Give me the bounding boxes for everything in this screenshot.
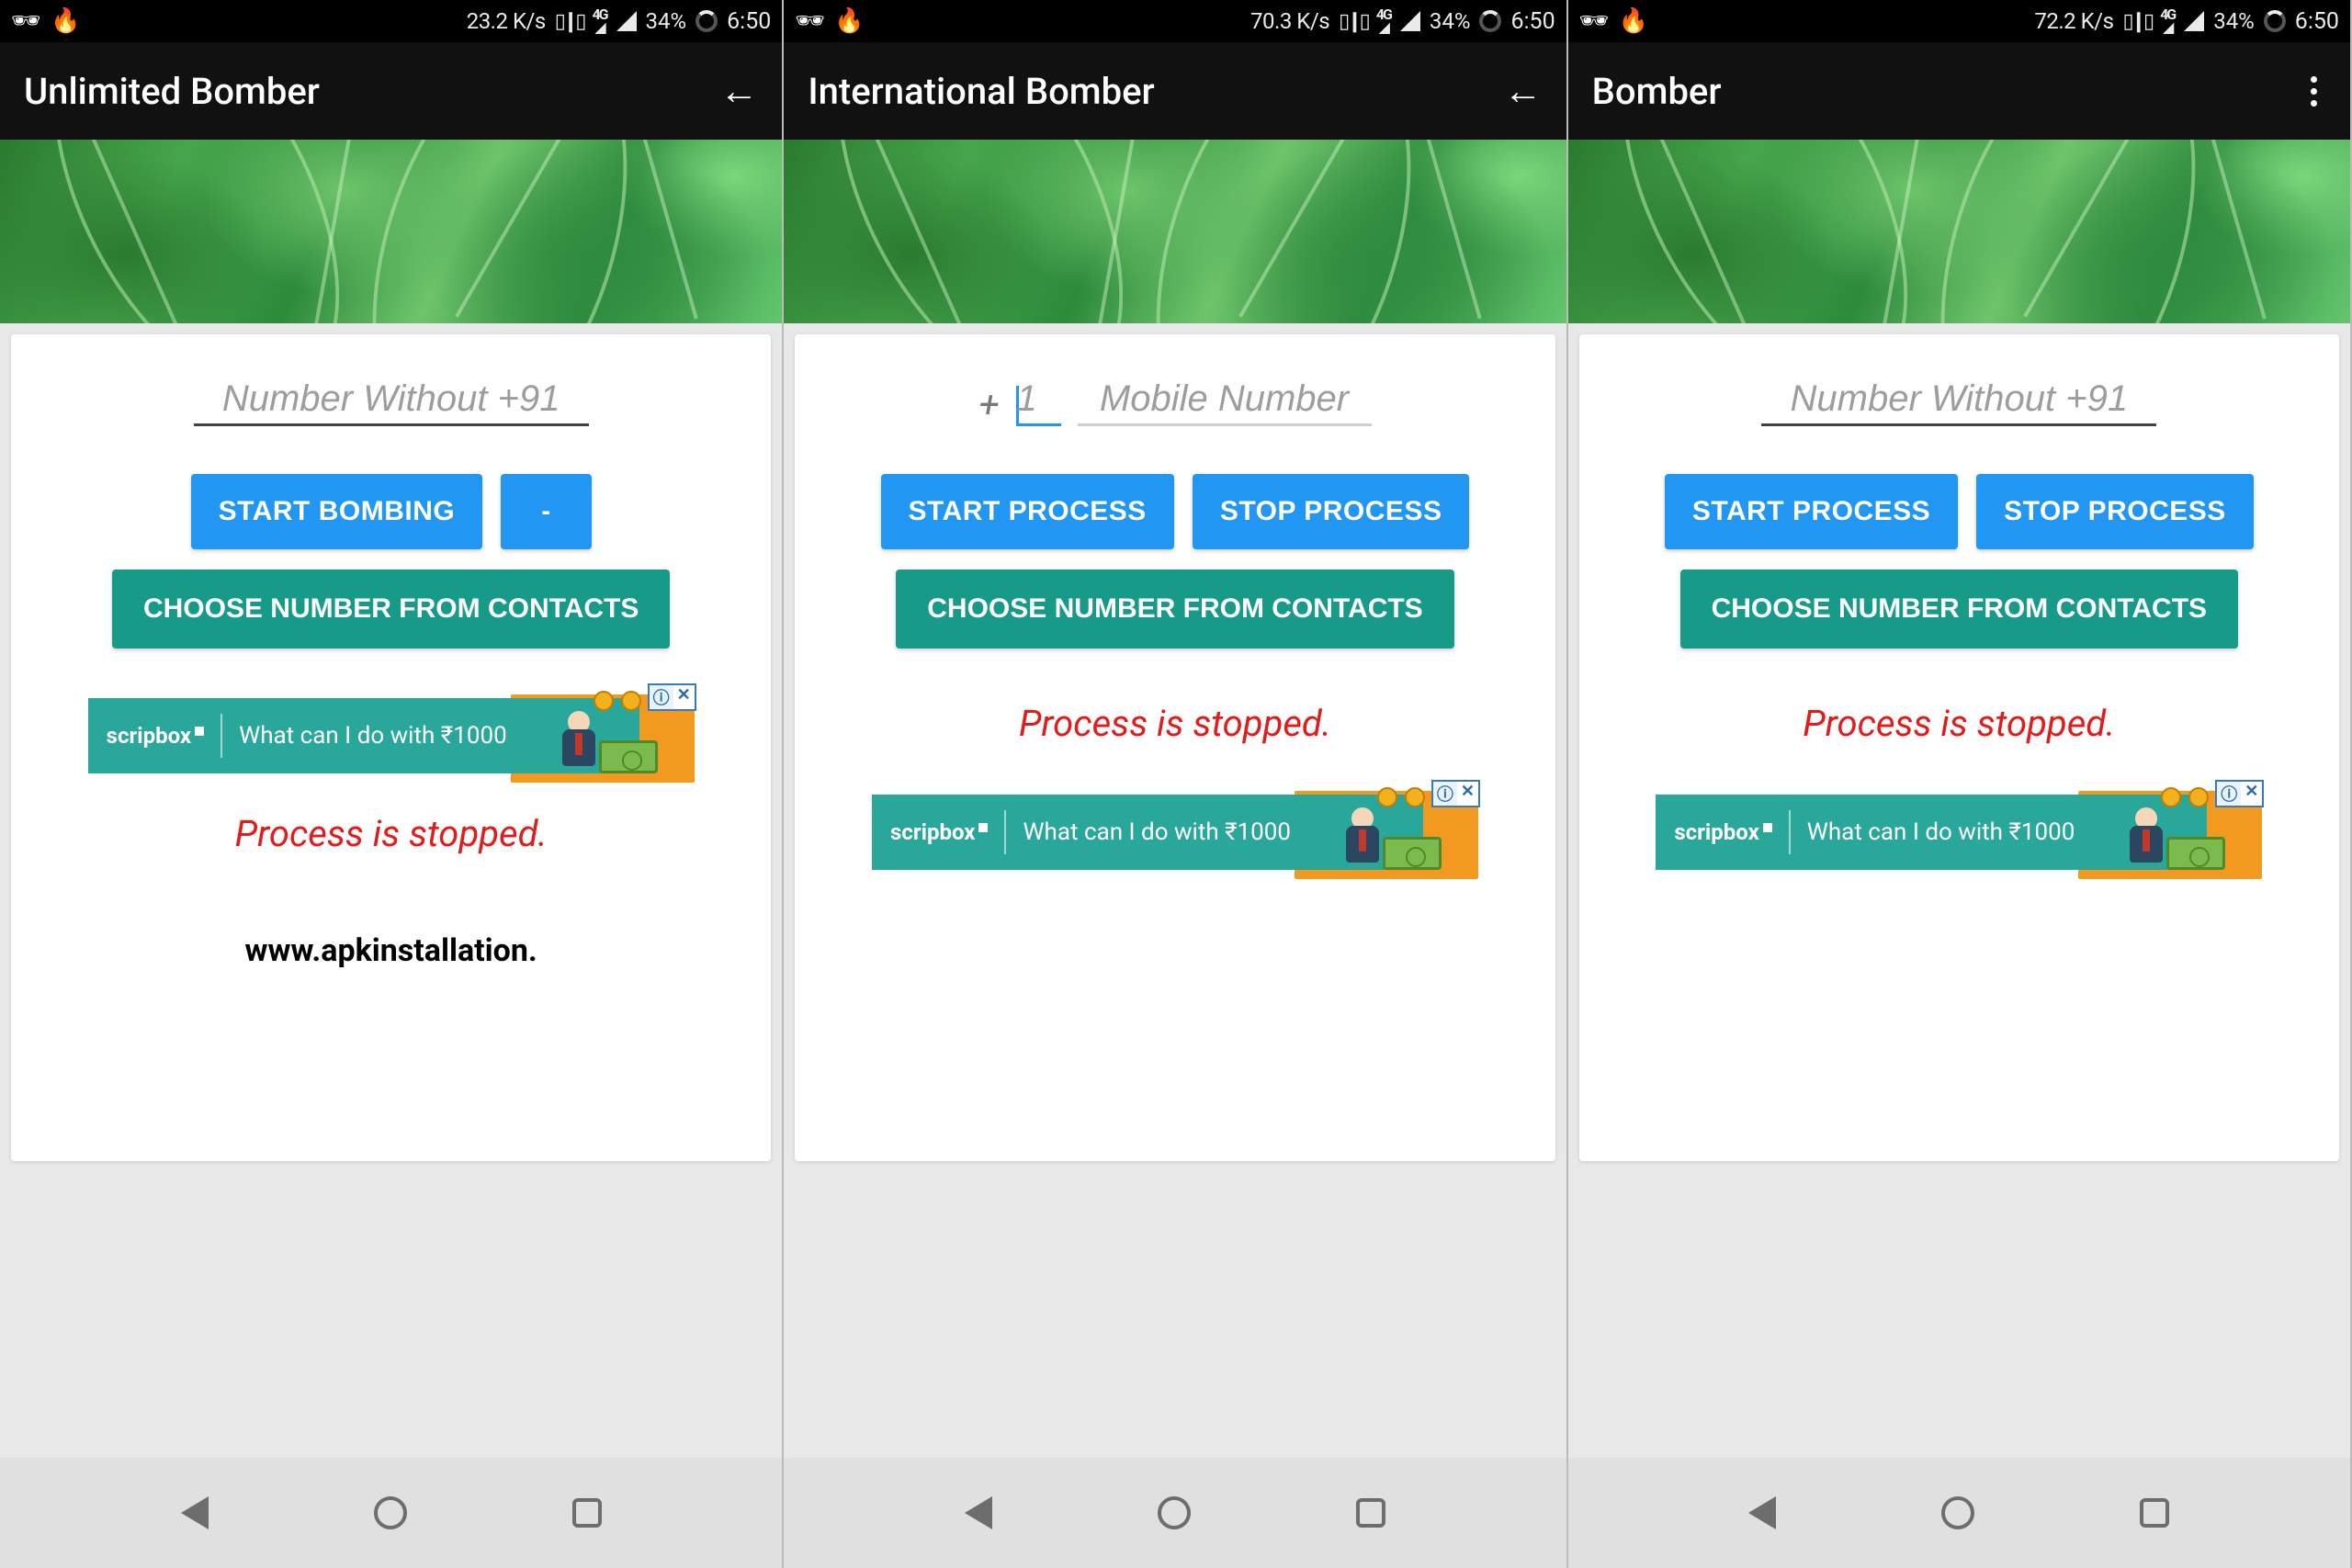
vibrate-icon: ▯❙▯ (555, 10, 583, 33)
app-icon: 🔥 (51, 7, 80, 35)
ad-text: What can I do with ₹1000 (1807, 818, 2075, 846)
status-bar: 🕶 🔥 70.3 K/s ▯❙▯ 4G◢ 34% 6:50 (784, 0, 1566, 42)
stop-button[interactable]: STOP PROCESS (1976, 474, 2254, 549)
battery-text: 34% (2213, 8, 2255, 34)
signal-icon (2184, 11, 2204, 31)
nav-back-icon[interactable] (181, 1496, 209, 1529)
menu-icon[interactable] (2301, 71, 2326, 112)
ad-logo: scripbox (890, 819, 988, 845)
app-icon: 🔥 (834, 7, 864, 35)
ad-choices[interactable]: ⓘ✕ (1431, 780, 1480, 807)
hero-image (784, 140, 1566, 323)
nav-back-icon[interactable] (1748, 1496, 1776, 1529)
status-bar: 🕶 🔥 23.2 K/s ▯❙▯ 4G◢ 34% 6:50 (0, 0, 782, 42)
signal-icon (616, 11, 637, 31)
minus-button[interactable]: - (501, 474, 592, 549)
ad-choices[interactable]: ⓘ✕ (648, 683, 696, 711)
incognito-icon: 🕶 (795, 7, 825, 35)
phone-input[interactable] (194, 378, 589, 426)
start-button[interactable]: START PROCESS (881, 474, 1174, 549)
status-text: Process is stopped. (1803, 702, 2115, 745)
ad-logo: scripbox (107, 723, 204, 749)
app-title: Bomber (1592, 70, 1722, 113)
stop-button[interactable]: STOP PROCESS (1193, 474, 1470, 549)
clock: 6:50 (1510, 8, 1555, 35)
app-bar: International Bomber ← (784, 42, 1566, 140)
clock: 6:50 (727, 8, 771, 35)
app-title: International Bomber (808, 70, 1154, 113)
nav-recent-icon[interactable] (2140, 1498, 2169, 1528)
clock: 6:50 (2295, 8, 2339, 35)
ad-logo: scripbox (1674, 819, 1771, 845)
incognito-icon: 🕶 (11, 7, 41, 35)
nav-recent-icon[interactable] (1356, 1498, 1385, 1528)
ad-banner[interactable]: scripbox What can I do with ₹1000 ⓘ✕ (872, 784, 1478, 879)
nav-bar (784, 1458, 1566, 1568)
network-type: 4G◢ (1376, 8, 1391, 35)
phone-input[interactable] (1761, 378, 2156, 426)
phone-input[interactable] (1078, 378, 1372, 426)
choose-contacts-button[interactable]: CHOOSE NUMBER FROM CONTACTS (896, 570, 1453, 649)
hero-image (0, 140, 782, 323)
vibrate-icon: ▯❙▯ (1339, 10, 1367, 33)
ad-banner[interactable]: scripbox What can I do with ₹1000 ⓘ✕ (1656, 784, 2262, 879)
nav-home-icon[interactable] (374, 1496, 407, 1529)
ad-text: What can I do with ₹1000 (239, 722, 507, 750)
nav-recent-icon[interactable] (572, 1498, 602, 1528)
nav-back-icon[interactable] (965, 1496, 992, 1529)
net-speed: 72.2 K/s (2034, 8, 2113, 34)
net-speed: 23.2 K/s (467, 8, 546, 34)
app-bar: Unlimited Bomber ← (0, 42, 782, 140)
main-card: + START PROCESS STOP PROCESS CHOOSE NUMB… (795, 334, 1555, 1161)
nav-home-icon[interactable] (1941, 1496, 1974, 1529)
net-speed: 70.3 K/s (1250, 8, 1329, 34)
incognito-icon: 🕶 (1579, 7, 1610, 35)
loading-icon (2264, 10, 2286, 32)
signal-icon (1400, 11, 1420, 31)
screen-international: 🕶 🔥 70.3 K/s ▯❙▯ 4G◢ 34% 6:50 Internatio… (784, 0, 1567, 1568)
hero-image (1568, 140, 2350, 323)
ad-banner[interactable]: scripbox What can I do with ₹1000 ⓘ✕ (88, 687, 695, 783)
vibrate-icon: ▯❙▯ (2122, 10, 2151, 33)
app-title: Unlimited Bomber (24, 70, 320, 113)
nav-bar (0, 1458, 782, 1568)
status-text: Process is stopped. (235, 812, 548, 855)
nav-home-icon[interactable] (1158, 1496, 1191, 1529)
status-text: Process is stopped. (1019, 702, 1331, 745)
plus-label: + (978, 383, 999, 426)
app-icon: 🔥 (1619, 7, 1648, 35)
screen-unlimited: 🕶 🔥 23.2 K/s ▯❙▯ 4G◢ 34% 6:50 Unlimited … (0, 0, 784, 1568)
battery-text: 34% (646, 8, 687, 34)
back-icon[interactable]: ← (1504, 69, 1543, 114)
loading-icon (695, 10, 718, 32)
loading-icon (1479, 10, 1501, 32)
network-type: 4G◢ (2160, 8, 2175, 35)
status-bar: 🕶 🔥 72.2 K/s ▯❙▯ 4G◢ 34% 6:50 (1568, 0, 2350, 42)
screen-bomber: 🕶 🔥 72.2 K/s ▯❙▯ 4G◢ 34% 6:50 Bomber STA… (1568, 0, 2352, 1568)
app-bar: Bomber (1568, 42, 2350, 140)
start-button[interactable]: START BOMBING (191, 474, 483, 549)
nav-bar (1568, 1458, 2350, 1568)
ad-text: What can I do with ₹1000 (1023, 818, 1291, 846)
start-button[interactable]: START PROCESS (1665, 474, 1958, 549)
battery-text: 34% (1430, 8, 1471, 34)
country-code-input[interactable] (1017, 378, 1061, 426)
promo-link: www.apkinstallation. (245, 932, 537, 969)
main-card: START PROCESS STOP PROCESS CHOOSE NUMBER… (1579, 334, 2339, 1161)
main-card: START BOMBING - CHOOSE NUMBER FROM CONTA… (11, 334, 771, 1161)
choose-contacts-button[interactable]: CHOOSE NUMBER FROM CONTACTS (1680, 570, 2238, 649)
choose-contacts-button[interactable]: CHOOSE NUMBER FROM CONTACTS (112, 570, 670, 649)
ad-choices[interactable]: ⓘ✕ (2215, 780, 2264, 807)
network-type: 4G◢ (592, 8, 606, 35)
back-icon[interactable]: ← (719, 69, 758, 114)
